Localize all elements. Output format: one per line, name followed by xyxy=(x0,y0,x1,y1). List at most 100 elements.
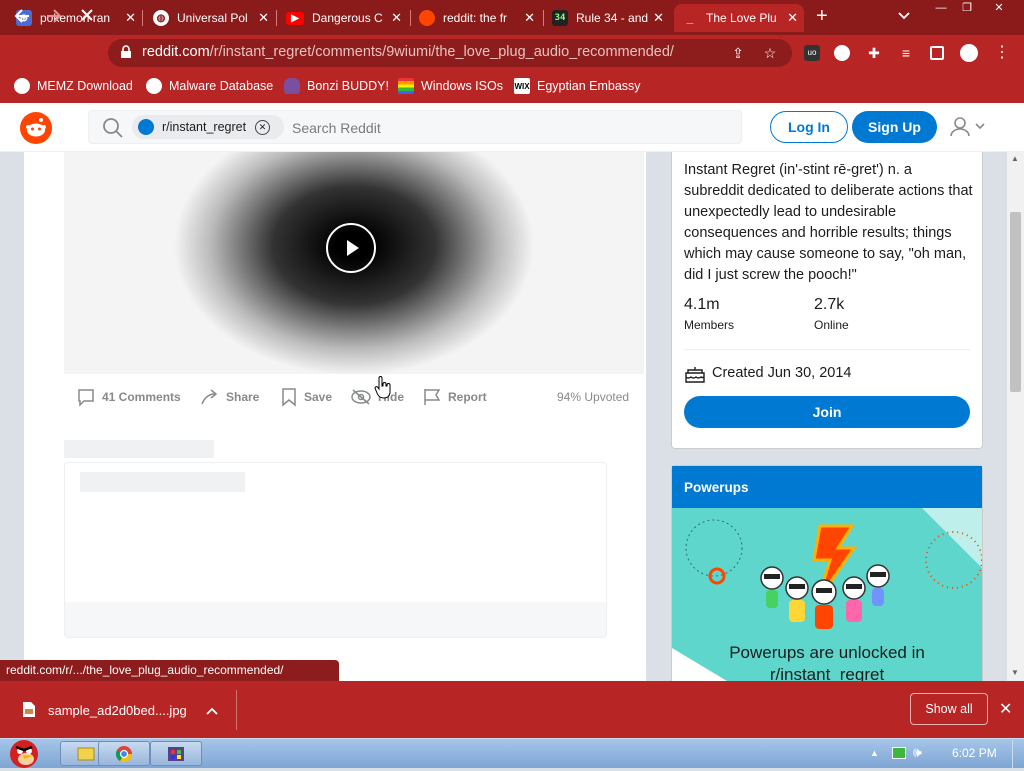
url-path: /r/instant_regret/comments/9wiumi/the_lo… xyxy=(209,44,674,60)
scroll-down-icon[interactable]: ▼ xyxy=(1011,668,1019,677)
subreddit-icon xyxy=(138,119,154,135)
window-close-button[interactable]: ✕ xyxy=(986,2,1012,16)
extensions-puzzle-icon[interactable]: ✚ xyxy=(866,45,882,61)
chip-label: r/instant_regret xyxy=(162,120,247,134)
new-tab-button[interactable]: + xyxy=(816,6,828,26)
bookmark-star-icon[interactable]: ☆ xyxy=(762,45,778,61)
scrollbar-thumb[interactable] xyxy=(1010,212,1021,392)
chevron-up-icon xyxy=(206,707,218,715)
profile-avatar-icon[interactable] xyxy=(960,44,978,62)
scroll-up-icon[interactable]: ▲ xyxy=(1011,154,1019,163)
stop-button[interactable] xyxy=(80,8,94,26)
taskbar-app[interactable] xyxy=(150,741,202,766)
comment-icon xyxy=(78,389,94,407)
powerups-text: Powerups are unlocked in r/instant_regre… xyxy=(729,643,925,684)
members-label: Members xyxy=(684,318,735,332)
arrow-left-icon xyxy=(14,9,29,23)
lock-icon[interactable] xyxy=(120,45,132,59)
show-desktop-button[interactable] xyxy=(1012,740,1024,768)
download-filename[interactable]: sample_ad2d0bed....jpg xyxy=(48,703,187,718)
hand-cursor-icon xyxy=(374,376,391,399)
more-menu-icon[interactable]: ⋮ xyxy=(994,45,1010,61)
bookmark-egyptian-embassy[interactable]: WIX Egyptian Embassy xyxy=(514,77,641,95)
members-count: 4.1m xyxy=(684,296,720,313)
tab-universal[interactable]: ◍ Universal Pol ✕ xyxy=(145,4,275,32)
bookmark-windows-isos[interactable]: Windows ISOs xyxy=(398,77,503,95)
play-icon xyxy=(347,240,359,256)
join-button[interactable]: Join xyxy=(684,396,970,428)
snoo-icon xyxy=(26,118,46,137)
close-icon[interactable]: ✕ xyxy=(787,10,798,26)
search-icon xyxy=(103,118,123,138)
bookmark-malware-db[interactable]: Malware Database xyxy=(146,77,273,95)
login-button[interactable]: Log In xyxy=(770,111,848,143)
report-button[interactable]: Report xyxy=(422,387,487,407)
minimize-button[interactable]: — xyxy=(928,2,954,16)
restore-button[interactable]: ❐ xyxy=(954,2,980,16)
comments-button[interactable]: 41 Comments xyxy=(76,387,181,407)
close-download-bar-button[interactable]: ✕ xyxy=(999,699,1012,719)
reddit-logo-icon[interactable] xyxy=(20,112,52,144)
extension-flag-icon[interactable] xyxy=(834,45,850,61)
wix-icon: WIX xyxy=(514,78,530,94)
tab-dangerous[interactable]: ▶ Dangerous C ✕ xyxy=(278,4,408,32)
save-button[interactable]: Save xyxy=(280,387,332,407)
close-icon[interactable]: ✕ xyxy=(653,10,664,26)
tray-expand-icon[interactable]: ▲ xyxy=(870,748,879,758)
reddit-icon xyxy=(419,10,435,26)
side-panel-icon[interactable] xyxy=(930,46,944,60)
globe-icon: ◍ xyxy=(153,10,169,26)
start-button[interactable] xyxy=(0,732,50,768)
status-url: reddit.com/r/.../the_love_plug_audio_rec… xyxy=(0,660,339,681)
loading-placeholder xyxy=(80,472,245,492)
tab-rule34[interactable]: 34 Rule 34 - and ✕ xyxy=(544,4,670,32)
created-date: Created Jun 30, 2014 xyxy=(712,365,852,381)
signup-button[interactable]: Sign Up xyxy=(852,111,937,143)
tab-reddit[interactable]: reddit: the fr ✕ xyxy=(411,4,541,32)
close-icon[interactable]: ✕ xyxy=(258,10,269,26)
close-icon[interactable]: ✕ xyxy=(125,10,136,26)
close-icon[interactable]: ✕ xyxy=(391,10,402,26)
loading-placeholder xyxy=(64,440,214,458)
bookmark-label: Bonzi BUDDY! xyxy=(307,79,389,93)
tab-search-button[interactable] xyxy=(898,9,910,23)
bookmark-label: Egyptian Embassy xyxy=(537,79,641,93)
tab-separator xyxy=(276,10,277,26)
ublock-icon[interactable]: uo xyxy=(804,45,820,61)
forward-button[interactable] xyxy=(46,8,62,28)
share-button[interactable]: Share xyxy=(200,387,259,407)
bookmark-memz[interactable]: MEMZ Download xyxy=(14,77,133,95)
tab-love-plug[interactable]: _ The Love Plu ✕ xyxy=(674,4,804,32)
volume-icon[interactable]: 🕪 xyxy=(913,744,922,761)
cake-icon xyxy=(685,367,705,383)
search-input[interactable]: Search Reddit xyxy=(292,120,381,136)
divider xyxy=(236,690,237,730)
download-item[interactable] xyxy=(22,701,36,721)
bookmark-bonzi[interactable]: Bonzi BUDDY! xyxy=(284,77,389,95)
tab-label: The Love Plu xyxy=(706,11,777,25)
online-count: 2.7k xyxy=(814,296,845,313)
share-page-icon[interactable]: ⇪ xyxy=(730,45,746,61)
user-menu-button[interactable] xyxy=(948,116,988,141)
back-button[interactable] xyxy=(14,8,30,28)
chrome-icon xyxy=(115,746,133,763)
battery-icon[interactable] xyxy=(892,747,906,759)
clear-chip-icon[interactable]: ✕ xyxy=(255,119,271,135)
url-domain: reddit.com xyxy=(142,44,210,60)
download-options-button[interactable] xyxy=(206,704,218,719)
url-text[interactable]: reddit.com/r/instant_regret/comments/9wi… xyxy=(142,44,674,60)
taskbar-chrome[interactable] xyxy=(98,741,150,766)
play-button[interactable] xyxy=(326,223,376,273)
youtube-icon: ▶ xyxy=(286,11,304,25)
show-all-button[interactable]: Show all xyxy=(910,693,988,725)
taskbar-clock[interactable]: 6:02 PM xyxy=(952,746,997,760)
tab-label: Rule 34 - and xyxy=(576,11,649,25)
subreddit-search-chip[interactable]: r/instant_regret ✕ xyxy=(132,115,284,139)
close-icon[interactable]: ✕ xyxy=(524,10,535,26)
save-label: Save xyxy=(304,390,333,404)
comments-label: 41 Comments xyxy=(102,390,181,404)
app-icon xyxy=(168,747,184,761)
tab-separator xyxy=(142,10,143,26)
media-control-icon[interactable]: ≡ xyxy=(898,45,914,61)
chevron-down-icon xyxy=(898,12,910,20)
